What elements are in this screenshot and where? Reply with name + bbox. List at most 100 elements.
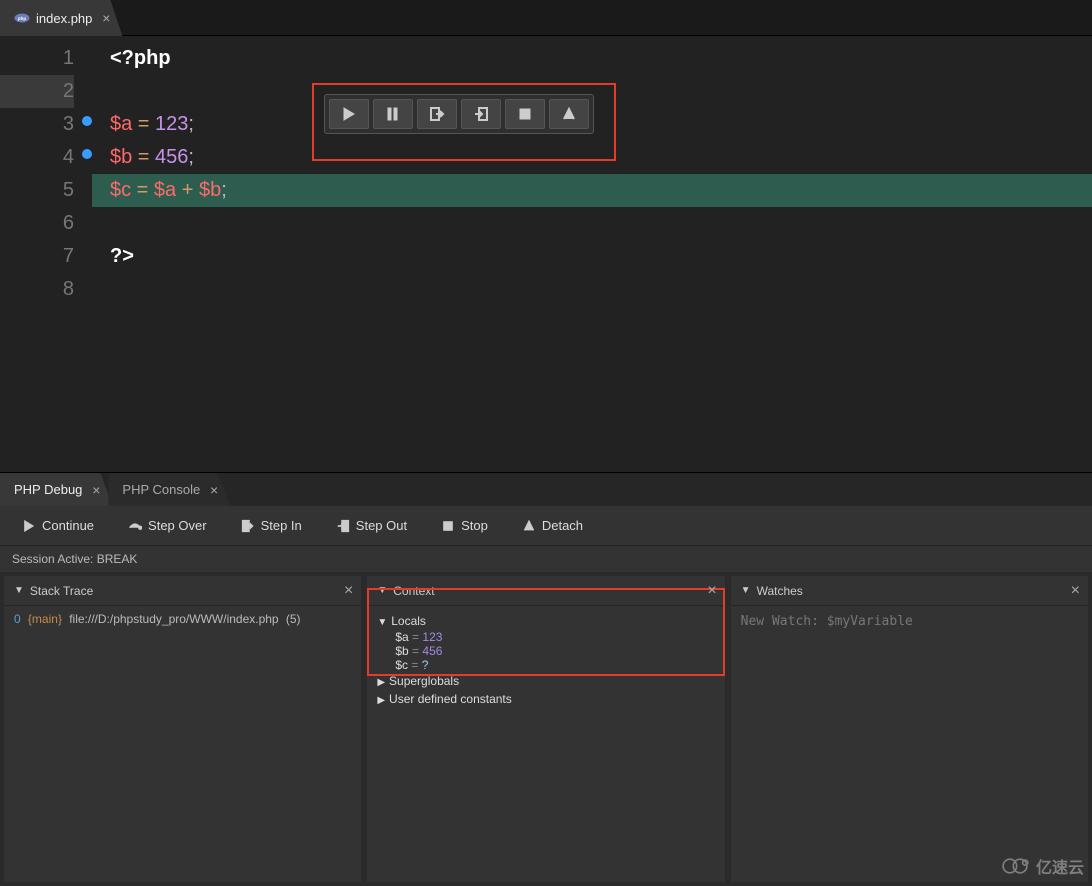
step-out-button[interactable] [461, 99, 501, 129]
line-number: 8 [0, 273, 74, 306]
panel-header[interactable]: ▼ Watches × [731, 576, 1088, 606]
tab-label: PHP Console [122, 482, 200, 497]
close-icon[interactable]: × [344, 582, 353, 600]
panel-title: Watches [757, 584, 803, 598]
panel-title: Context [393, 584, 434, 598]
watermark-text: 亿速云 [1036, 854, 1084, 878]
section-label: User defined constants [389, 692, 512, 706]
context-var[interactable]: $c = ? [377, 658, 714, 672]
chevron-right-icon: ▶ [377, 677, 385, 688]
stack-row[interactable]: 0 {main} file:///D:/phpstudy_pro/WWW/ind… [4, 606, 361, 632]
code-token: = [131, 179, 154, 201]
code-token: $c [110, 179, 131, 201]
editor-tab-title: index.php [36, 11, 92, 26]
stop-button[interactable]: Stop [431, 512, 498, 539]
code-token: = [132, 113, 155, 135]
line-number: 4 [0, 141, 74, 174]
context-var[interactable]: $b = 456 [377, 644, 714, 658]
var-value: ? [422, 658, 429, 672]
stop-button[interactable] [505, 99, 545, 129]
var-value: 123 [422, 630, 442, 644]
chevron-down-icon: ▼ [741, 585, 751, 596]
code-token: $a [154, 179, 176, 201]
context-var[interactable]: $a = 123 [377, 630, 714, 644]
code-editor[interactable]: 1 2 3 4 5 6 7 8 <?php $a = 123; $b = 456… [0, 36, 1092, 472]
var-name: $a [395, 630, 408, 644]
debug-float-toolbar [324, 94, 594, 134]
chevron-right-icon: ▶ [377, 695, 385, 706]
debug-panel: PHP Debug × PHP Console × Continue Step … [0, 472, 1092, 886]
panel-watches: ▼ Watches × New Watch: $myVariable [731, 576, 1088, 882]
editor-tab-index[interactable]: php index.php × [0, 0, 122, 36]
code-token: <?php [110, 47, 171, 69]
panel-header[interactable]: ▼ Context × [367, 576, 724, 606]
detach-button[interactable] [549, 99, 589, 129]
button-label: Step In [261, 518, 302, 533]
watermark: 亿速云 [998, 854, 1084, 878]
context-section-superglobals[interactable]: ▶ Superglobals [377, 672, 714, 690]
tab-label: PHP Debug [14, 482, 82, 497]
step-in-button[interactable] [417, 99, 457, 129]
frame-line: (5) [286, 612, 301, 626]
code-token: 456 [155, 146, 188, 168]
tab-php-console[interactable]: PHP Console × [108, 473, 230, 506]
line-number: 2 [0, 75, 74, 108]
section-label: Locals [391, 614, 426, 628]
line-gutter: 1 2 3 4 5 6 7 8 [0, 36, 92, 472]
detach-button[interactable]: Detach [512, 512, 593, 539]
code-token: ; [188, 146, 194, 168]
context-section-userconst[interactable]: ▶ User defined constants [377, 690, 714, 708]
chevron-down-icon: ▼ [377, 617, 387, 628]
breakpoint-marker[interactable] [82, 149, 92, 159]
chevron-down-icon: ▼ [14, 585, 24, 596]
frame-index: 0 [14, 612, 21, 626]
var-value: 456 [422, 644, 442, 658]
editor-tab-bar: php index.php × [0, 0, 1092, 36]
php-file-icon: php [14, 10, 30, 26]
tab-php-debug[interactable]: PHP Debug × [0, 473, 112, 506]
panel-title: Stack Trace [30, 584, 93, 598]
breakpoint-marker[interactable] [82, 116, 92, 126]
continue-button[interactable] [329, 99, 369, 129]
button-label: Step Over [148, 518, 207, 533]
line-number: 1 [0, 42, 74, 75]
code-area[interactable]: <?php $a = 123; $b = 456; $c = $a + $b; … [92, 36, 1092, 472]
panel-stack-trace: ▼ Stack Trace × 0 {main} file:///D:/phps… [4, 576, 361, 882]
var-name: $c [395, 658, 408, 672]
chevron-down-icon: ▼ [377, 585, 387, 596]
watch-input[interactable]: New Watch: $myVariable [731, 606, 1088, 637]
debug-panels: ▼ Stack Trace × 0 {main} file:///D:/phps… [0, 572, 1092, 886]
context-section-locals[interactable]: ▼ Locals [377, 612, 714, 630]
button-label: Step Out [356, 518, 407, 533]
close-icon[interactable]: × [92, 482, 100, 498]
debug-toolbar: Continue Step Over Step In Step Out Stop… [0, 506, 1092, 546]
step-over-button[interactable]: Step Over [118, 512, 217, 539]
panel-context: ▼ Context × ▼ Locals $a = 123 $b = 456 $c… [367, 576, 724, 882]
session-status: Session Active: BREAK [0, 546, 1092, 572]
pause-button[interactable] [373, 99, 413, 129]
var-name: $b [395, 644, 408, 658]
line-number: 3 [0, 108, 74, 141]
close-icon[interactable]: × [210, 482, 218, 498]
bottom-tab-bar: PHP Debug × PHP Console × [0, 472, 1092, 506]
continue-button[interactable]: Continue [12, 512, 104, 539]
line-number: 5 [0, 174, 74, 207]
close-icon[interactable]: × [102, 10, 110, 26]
step-in-button[interactable]: Step In [231, 512, 312, 539]
section-label: Superglobals [389, 674, 459, 688]
panel-header[interactable]: ▼ Stack Trace × [4, 576, 361, 606]
line-number: 6 [0, 207, 74, 240]
code-token: 123 [155, 113, 188, 135]
code-token: + [176, 179, 199, 201]
frame-path: file:///D:/phpstudy_pro/WWW/index.php [69, 612, 278, 626]
close-icon[interactable]: × [1071, 582, 1080, 600]
code-token: $a [110, 113, 132, 135]
code-token: = [132, 146, 155, 168]
code-token: $b [110, 146, 132, 168]
code-token: $b [199, 179, 221, 201]
step-out-button[interactable]: Step Out [326, 512, 417, 539]
line-number: 7 [0, 240, 74, 273]
code-token: ; [221, 179, 227, 201]
code-token: ; [188, 113, 194, 135]
close-icon[interactable]: × [707, 582, 716, 600]
